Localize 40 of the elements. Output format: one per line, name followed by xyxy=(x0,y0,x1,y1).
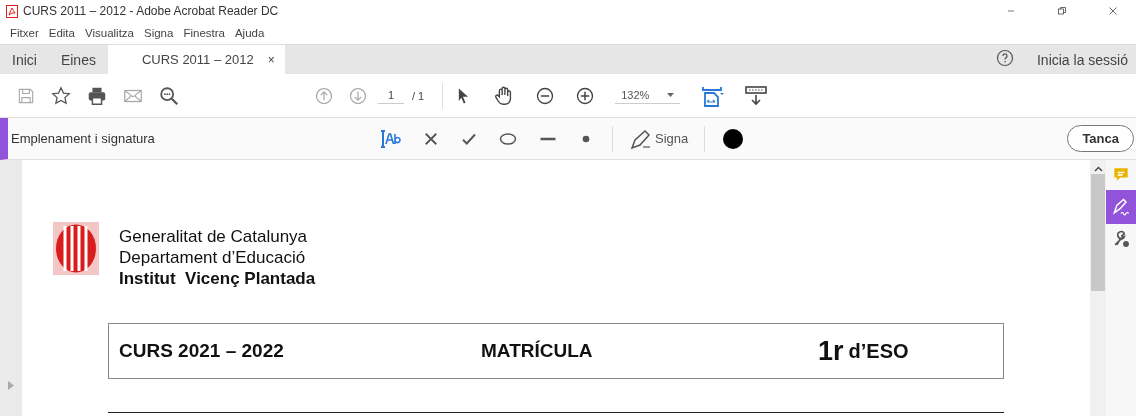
menu-item[interactable]: Signa xyxy=(144,27,174,39)
menu-item[interactable]: Fitxer xyxy=(10,27,39,39)
scroll-mode-icon[interactable] xyxy=(744,83,769,108)
grade-text: d’ESO xyxy=(848,339,909,363)
header-line: Institut Vicenç Plantada xyxy=(119,268,316,289)
acrobat-icon xyxy=(6,4,18,18)
toolbar-title: Emplenament i signatura xyxy=(10,131,156,146)
scrollbar-thumb[interactable] xyxy=(1091,174,1105,291)
restore-icon[interactable] xyxy=(1056,5,1068,17)
signature-icon[interactable] xyxy=(1111,197,1131,217)
zoom-dropdown[interactable]: 132% xyxy=(615,87,681,104)
heading-text: MATRÍCULA xyxy=(481,340,594,362)
color-picker[interactable] xyxy=(723,128,744,149)
menu-item[interactable]: Ajuda xyxy=(234,27,265,39)
zoom-out-icon[interactable] xyxy=(535,85,556,106)
tab[interactable]: Eines xyxy=(48,45,108,74)
header-line: Generalitat de Catalunya xyxy=(119,226,309,247)
menu-item[interactable]: Finestra xyxy=(183,27,225,39)
page-total: / 1 xyxy=(412,89,425,102)
sign-in-link[interactable]: Inicia la sessió xyxy=(1014,45,1136,74)
zoom-in-icon[interactable] xyxy=(575,85,596,106)
side-panel-button[interactable] xyxy=(1106,190,1136,224)
grade-number: 1r xyxy=(818,335,844,367)
menu-item[interactable]: Edita xyxy=(48,27,75,39)
tab[interactable]: CURS 2011 – 2012 × xyxy=(107,45,285,74)
close-tab-icon[interactable]: × xyxy=(267,52,275,67)
close-button[interactable]: Tanca xyxy=(1067,125,1134,152)
close-icon[interactable] xyxy=(1107,5,1119,17)
help-icon[interactable] xyxy=(994,47,1015,68)
scroll-up-icon[interactable] xyxy=(1093,166,1103,172)
coat-of-arms-logo xyxy=(53,222,99,275)
tab[interactable]: Inici xyxy=(0,45,49,74)
search-icon[interactable] xyxy=(158,84,180,107)
menu-item[interactable]: Visualitza xyxy=(84,27,134,39)
window-title: CURS 2011 – 2012 - Adobe Acrobat Reader DC xyxy=(23,4,279,18)
course-text: CURS 2021 – 2022 xyxy=(119,340,285,362)
sign-button[interactable]: Signa xyxy=(623,125,695,152)
header-line: Departament d’Educació xyxy=(119,247,307,268)
star-icon[interactable] xyxy=(50,84,72,107)
caret-icon xyxy=(667,93,675,97)
